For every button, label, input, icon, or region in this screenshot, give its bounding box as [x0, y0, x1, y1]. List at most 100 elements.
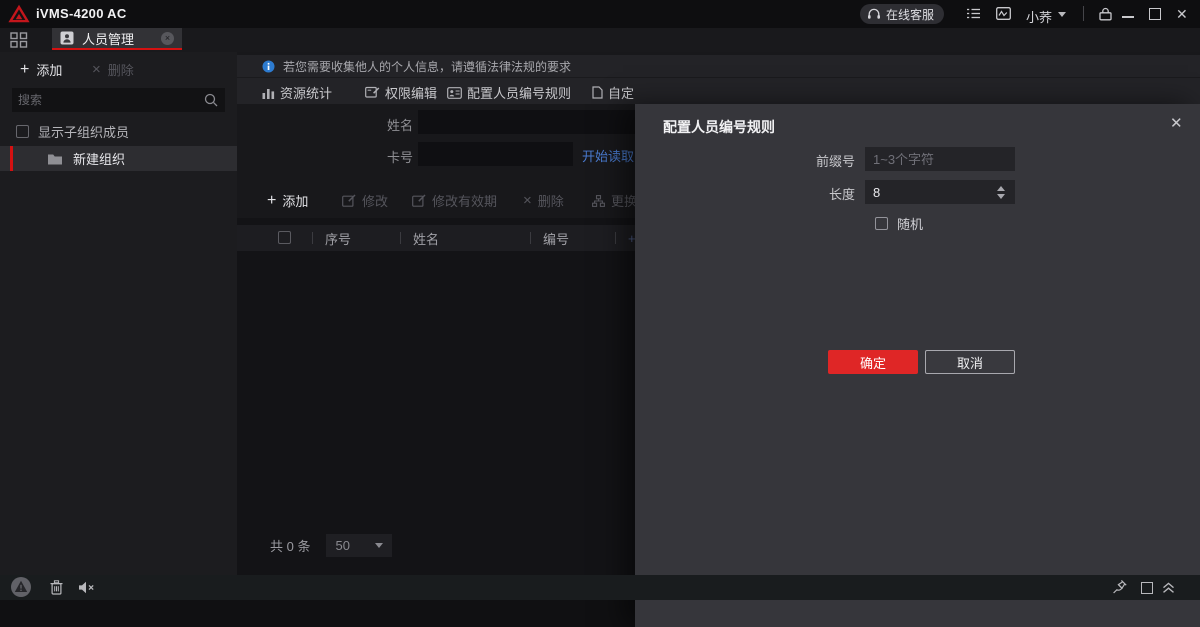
select-caret-icon	[375, 543, 384, 548]
edit-icon	[342, 194, 356, 207]
ok-button[interactable]: 确定	[828, 350, 918, 374]
org-tree-item[interactable]: 新建组织	[0, 146, 237, 171]
show-sub-members-checkbox[interactable]	[16, 125, 29, 138]
tab-label: 人员管理	[82, 31, 135, 47]
x-icon: ×	[92, 61, 101, 78]
app-logo-icon	[8, 4, 30, 28]
resource-stats-label: 资源统计	[280, 86, 333, 101]
org-search-input[interactable]	[12, 93, 204, 107]
search-icon[interactable]	[204, 93, 218, 107]
stepper-down-icon[interactable]	[997, 193, 1005, 199]
pagination-bar: 共 0 条 50	[270, 534, 393, 557]
online-support-label: 在线客服	[886, 7, 935, 22]
select-all-checkbox[interactable]	[278, 231, 291, 244]
modify-validity-button[interactable]: 修改有效期	[412, 191, 497, 210]
org-name: 新建组织	[73, 152, 126, 167]
col-id-header[interactable]: 编号	[543, 229, 569, 248]
organization-sidebar: + 添加 × 删除 显示子组织成员 新建组织	[0, 52, 237, 575]
card-label: 卡号	[386, 150, 413, 165]
configure-id-rule-label: 配置人员编号规则	[467, 86, 572, 101]
task-list-icon[interactable]	[966, 7, 981, 25]
privacy-info-bar: 若您需要收集他人的个人信息，请遵循法律法规的要求	[237, 55, 1200, 77]
delete-person-button[interactable]: × 删除	[523, 191, 564, 210]
info-icon	[262, 60, 275, 73]
custom-field-label: 自定	[608, 86, 635, 101]
header-divider	[530, 232, 531, 244]
minimize-button[interactable]	[1122, 16, 1134, 18]
show-sub-members-label: 显示子组织成员	[38, 125, 130, 140]
close-window-button[interactable]: ✕	[1176, 5, 1188, 23]
tab-close-icon[interactable]: ×	[161, 31, 174, 45]
prefix-label: 前缀号	[815, 154, 855, 169]
selected-indicator	[10, 146, 13, 171]
card-edit-icon	[365, 86, 380, 99]
modify-person-button[interactable]: 修改	[342, 191, 388, 210]
modify-person-label: 修改	[362, 194, 389, 209]
header-divider	[615, 232, 616, 244]
delete-person-label: 删除	[537, 194, 564, 209]
document-icon	[592, 86, 603, 99]
configure-id-rule-button[interactable]: 配置人员编号规则	[447, 83, 571, 102]
configure-id-rule-dialog: 配置人员编号规则 ✕ 前缀号 长度 随机 确定 取消	[635, 104, 1200, 627]
prefix-input[interactable]	[865, 147, 1015, 171]
tab-person-management[interactable]: 人员管理 ×	[52, 28, 182, 50]
total-count-label: 共 0 条	[270, 539, 311, 554]
folder-icon	[47, 152, 63, 165]
random-checkbox[interactable]	[875, 217, 888, 230]
random-option[interactable]: 随机	[875, 214, 923, 233]
page-size-value: 50	[335, 538, 350, 553]
show-sub-members-option[interactable]: 显示子组织成员	[16, 122, 129, 141]
alarm-center-icon[interactable]	[10, 576, 32, 603]
permission-edit-label: 权限编辑	[385, 86, 438, 101]
add-org-label: 添加	[36, 63, 63, 78]
plus-icon: +	[267, 191, 277, 209]
stepper-up-icon[interactable]	[997, 185, 1005, 191]
pin-icon[interactable]	[1112, 579, 1128, 600]
modify-validity-label: 修改有效期	[432, 194, 498, 209]
body: + 添加 × 删除 显示子组织成员 新建组织	[0, 52, 1200, 627]
header-divider	[312, 232, 313, 244]
titlebar-divider	[1083, 6, 1084, 21]
apps-grid-icon[interactable]	[10, 32, 28, 53]
person-card-icon	[60, 31, 74, 45]
resource-stats-button[interactable]: 资源统计	[262, 83, 332, 102]
x-icon: ×	[523, 192, 532, 209]
add-person-button[interactable]: + 添加	[267, 191, 308, 210]
custom-field-button[interactable]: 自定	[592, 83, 634, 102]
privacy-info-text: 若您需要收集他人的个人信息，请遵循法律法规的要求	[283, 59, 572, 74]
permission-edit-button[interactable]: 权限编辑	[365, 83, 437, 102]
main-toolbar: 资源统计 权限编辑 配置人员编号规则 自定	[237, 77, 1200, 104]
tab-bar: 人员管理 ×	[0, 28, 1200, 52]
username[interactable]: 小荞	[1026, 7, 1052, 26]
add-org-button[interactable]: + 添加	[20, 60, 62, 79]
card-input[interactable]	[418, 142, 573, 166]
lock-icon[interactable]	[1099, 7, 1112, 26]
tool-media-icon[interactable]	[996, 7, 1011, 25]
collapse-chevrons-icon[interactable]	[1162, 581, 1175, 599]
col-name-header[interactable]: 姓名	[413, 229, 439, 248]
maximize-button[interactable]	[1149, 8, 1161, 20]
start-read-label: 开始读取	[582, 149, 635, 164]
plus-icon: +	[20, 60, 30, 78]
page-size-select[interactable]: 50	[326, 534, 393, 557]
col-index-header[interactable]: 序号	[325, 229, 351, 248]
panel-maximize-icon[interactable]	[1141, 582, 1153, 594]
dialog-close-icon[interactable]: ✕	[1168, 112, 1185, 134]
id-card-icon	[447, 86, 462, 99]
headset-icon	[867, 8, 881, 20]
org-tree-icon	[592, 194, 605, 207]
random-label: 随机	[897, 217, 924, 232]
online-support-button[interactable]: 在线客服	[860, 4, 945, 24]
delete-org-label: 删除	[107, 63, 134, 78]
bar-chart-icon	[262, 87, 275, 99]
add-person-label: 添加	[282, 194, 309, 209]
user-menu-caret-icon[interactable]	[1058, 12, 1066, 17]
name-label: 姓名	[386, 118, 413, 133]
trash-icon[interactable]	[50, 580, 63, 600]
audio-muted-icon[interactable]	[78, 581, 95, 599]
status-bar	[0, 575, 1200, 600]
length-stepper[interactable]	[993, 180, 1009, 204]
delete-org-button[interactable]: × 删除	[92, 60, 134, 79]
cancel-button[interactable]: 取消	[925, 350, 1015, 374]
change-org-button[interactable]: 更换	[592, 191, 637, 210]
